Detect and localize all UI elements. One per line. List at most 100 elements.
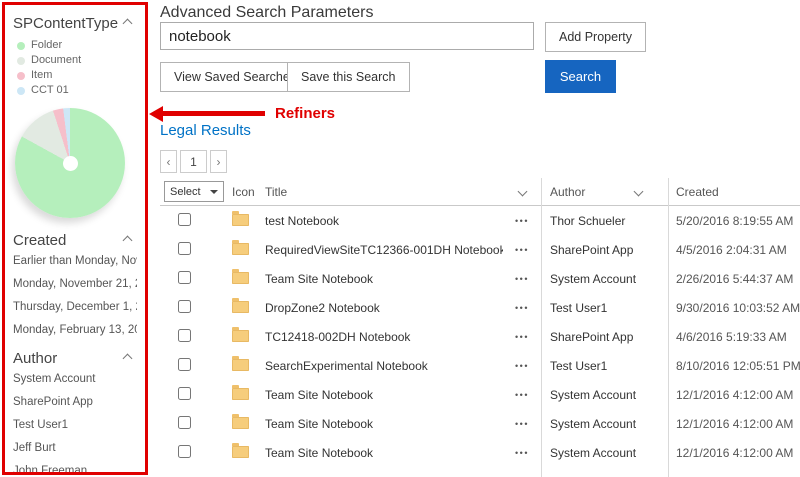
column-header-created: Created xyxy=(668,185,800,199)
content-type-pie[interactable] xyxy=(15,108,125,218)
row-checkbox[interactable] xyxy=(178,242,191,255)
row-author: Thor Schueler xyxy=(541,214,668,228)
row-checkbox[interactable] xyxy=(178,329,191,342)
refiner-value[interactable]: John Freeman xyxy=(13,465,137,472)
more-options-button[interactable]: ••• xyxy=(515,390,529,400)
table-row[interactable]: TC12418-002DH Notebook ••• SharePoint Ap… xyxy=(160,322,800,351)
column-header-author[interactable]: Author xyxy=(541,185,668,199)
row-icon-cell xyxy=(230,444,263,461)
row-select-cell xyxy=(160,242,230,258)
refiner-value[interactable]: Monday, February 13, 2017 xyxy=(13,324,137,336)
column-divider xyxy=(668,178,669,477)
more-options-button[interactable]: ••• xyxy=(515,448,529,458)
row-checkbox[interactable] xyxy=(178,213,191,226)
folder-icon xyxy=(232,388,249,400)
content-type-legend: Folder Document Item CCT 01 xyxy=(13,38,137,98)
row-icon-cell xyxy=(230,270,263,287)
table-row[interactable]: DropZone2 Notebook ••• Test User1 9/30/2… xyxy=(160,293,800,322)
row-checkbox[interactable] xyxy=(178,416,191,429)
row-title[interactable]: RequiredViewSiteTC12366-001DH Notebook xyxy=(263,243,503,257)
legal-results-link[interactable]: Legal Results xyxy=(160,122,251,139)
search-button[interactable]: Search xyxy=(545,60,616,93)
folder-icon xyxy=(232,359,249,371)
table-row[interactable]: Team Site Notebook ••• System Account 12… xyxy=(160,380,800,409)
row-title[interactable]: test Notebook xyxy=(263,214,503,228)
row-select-cell xyxy=(160,329,230,345)
row-author: System Account xyxy=(541,446,668,460)
refiner-value[interactable]: Jeff Burt xyxy=(13,442,137,454)
refiner-value[interactable]: Test User1 xyxy=(13,419,137,431)
table-row[interactable]: Team Site Notebook ••• System Account 2/… xyxy=(160,264,800,293)
row-checkbox[interactable] xyxy=(178,445,191,458)
refiner-value[interactable]: SharePoint App xyxy=(13,396,137,408)
row-checkbox[interactable] xyxy=(178,271,191,284)
row-checkbox[interactable] xyxy=(178,387,191,400)
legend-item[interactable]: CCT 01 xyxy=(17,83,137,98)
folder-icon xyxy=(232,243,249,255)
row-select-cell xyxy=(160,213,230,229)
more-options-button[interactable]: ••• xyxy=(515,303,529,313)
refiner-value[interactable]: Monday, November 21, 20... xyxy=(13,278,137,290)
search-input[interactable] xyxy=(160,22,534,50)
table-row[interactable]: RequiredViewSiteTC12366-001DH Notebook •… xyxy=(160,235,800,264)
legend-item[interactable]: Folder xyxy=(17,38,137,53)
refiner-value[interactable]: Earlier than Monday, Nove... xyxy=(13,255,137,267)
row-more-cell: ••• xyxy=(503,274,541,284)
row-title[interactable]: TC12418-002DH Notebook xyxy=(263,330,503,344)
row-more-cell: ••• xyxy=(503,419,541,429)
refiner-section-contenttype-header[interactable]: SPContentType xyxy=(13,15,137,32)
table-row[interactable]: Team Site Notebook ••• System Account 12… xyxy=(160,409,800,438)
row-more-cell: ••• xyxy=(503,303,541,313)
row-created: 12/1/2016 4:12:00 AM xyxy=(668,446,800,460)
row-icon-cell xyxy=(230,328,263,345)
legend-item[interactable]: Item xyxy=(17,68,137,83)
row-select-cell xyxy=(160,416,230,432)
refiners-outline: SPContentType Folder Document xyxy=(2,2,148,475)
refiner-section-author-header[interactable]: Author xyxy=(13,350,137,367)
select-dropdown[interactable]: Select xyxy=(164,181,224,202)
row-title[interactable]: Team Site Notebook xyxy=(263,388,503,402)
current-page[interactable]: 1 xyxy=(180,150,207,173)
column-divider xyxy=(541,178,542,477)
row-checkbox[interactable] xyxy=(178,300,191,313)
row-created: 9/30/2016 10:03:52 AM xyxy=(668,301,800,315)
row-author: SharePoint App xyxy=(541,243,668,257)
row-title[interactable]: Team Site Notebook xyxy=(263,446,503,460)
more-options-button[interactable]: ••• xyxy=(515,419,529,429)
add-property-button[interactable]: Add Property xyxy=(545,22,646,52)
more-options-button[interactable]: ••• xyxy=(515,245,529,255)
table-row[interactable]: test Notebook ••• Thor Schueler 5/20/201… xyxy=(160,206,800,235)
more-options-button[interactable]: ••• xyxy=(515,216,529,226)
table-row[interactable]: Team Site Notebook ••• System Account 12… xyxy=(160,438,800,467)
row-more-cell: ••• xyxy=(503,216,541,226)
row-checkbox[interactable] xyxy=(178,358,191,371)
row-select-cell xyxy=(160,445,230,461)
row-created: 12/1/2016 4:12:00 AM xyxy=(668,388,800,402)
more-options-button[interactable]: ••• xyxy=(515,274,529,284)
row-select-cell xyxy=(160,271,230,287)
save-this-search-button[interactable]: Save this Search xyxy=(287,62,410,92)
results-table: Select Icon Title Author Created xyxy=(160,178,800,477)
more-options-button[interactable]: ••• xyxy=(515,332,529,342)
row-author: System Account xyxy=(541,417,668,431)
refiner-value[interactable]: Thursday, December 1, 20... xyxy=(13,301,137,313)
page-title: Advanced Search Parameters xyxy=(160,4,373,22)
title-column-menu[interactable] xyxy=(503,188,541,195)
row-title[interactable]: Team Site Notebook xyxy=(263,417,503,431)
refiner-value[interactable]: System Account xyxy=(13,373,137,385)
row-more-cell: ••• xyxy=(503,245,541,255)
row-author: System Account xyxy=(541,388,668,402)
row-title[interactable]: Team Site Notebook xyxy=(263,272,503,286)
table-row[interactable]: SearchExperimental Notebook ••• Test Use… xyxy=(160,351,800,380)
more-options-button[interactable]: ••• xyxy=(515,361,529,371)
refiners-sidebar: SPContentType Folder Document xyxy=(5,5,145,472)
row-title[interactable]: SearchExperimental Notebook xyxy=(263,359,503,373)
legend-item[interactable]: Document xyxy=(17,53,137,68)
column-header-title[interactable]: Title xyxy=(263,185,503,199)
prev-page-button[interactable]: ‹ xyxy=(160,150,177,173)
collapse-chevron-icon xyxy=(123,236,133,246)
row-title[interactable]: DropZone2 Notebook xyxy=(263,301,503,315)
created-refiner-list: Earlier than Monday, Nove... Monday, Nov… xyxy=(13,255,137,336)
refiner-section-created-header[interactable]: Created xyxy=(13,232,137,249)
next-page-button[interactable]: › xyxy=(210,150,227,173)
